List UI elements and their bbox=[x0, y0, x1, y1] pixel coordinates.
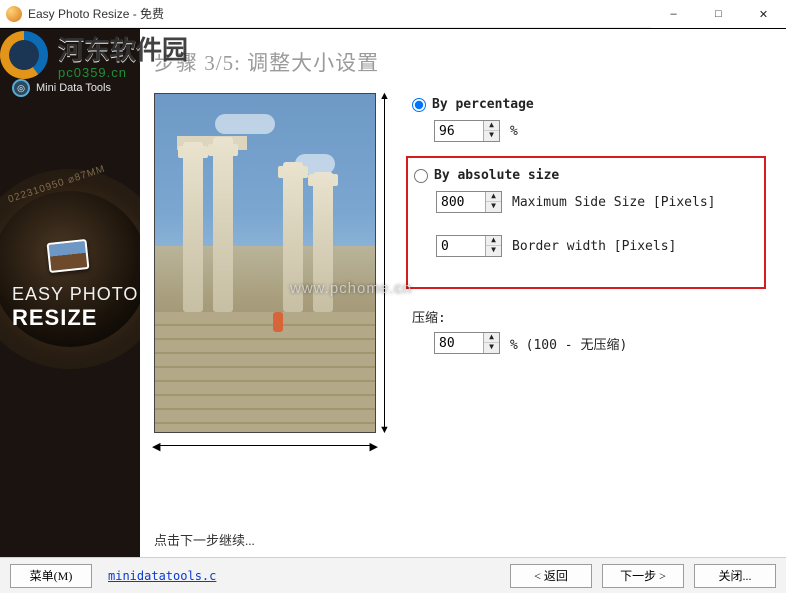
image-preview bbox=[154, 93, 376, 433]
option-by-percentage[interactable]: By percentage bbox=[412, 97, 766, 112]
maximize-button[interactable]: □ bbox=[696, 0, 741, 28]
percentage-input[interactable] bbox=[435, 121, 483, 141]
footer-bar: 菜单(M) minidatatools.c < 返回 下一步 > 关闭... bbox=[0, 557, 786, 593]
main-area: ◎ Mini Data Tools 022310950 ⌀87MM EASY P… bbox=[0, 29, 786, 557]
menu-button[interactable]: 菜单(M) bbox=[10, 564, 92, 588]
border-unit: Border width [Pixels] bbox=[512, 239, 676, 254]
height-arrow-icon: ▲▼ bbox=[376, 93, 394, 433]
photo-thumb-icon bbox=[47, 239, 90, 273]
percentage-spinner[interactable]: ▲ ▼ bbox=[434, 120, 500, 142]
absolute-input[interactable] bbox=[437, 192, 485, 212]
window-controls: – □ ✕ bbox=[651, 0, 786, 28]
label-by-absolute: By absolute size bbox=[434, 168, 559, 183]
step-heading: 步骤 3/5: 调整大小设置 bbox=[154, 47, 766, 77]
absolute-unit: Maximum Side Size [Pixels] bbox=[512, 195, 716, 210]
radio-by-absolute[interactable] bbox=[414, 169, 428, 183]
close-window-button[interactable]: ✕ bbox=[741, 0, 786, 28]
absolute-spinner[interactable]: ▲ ▼ bbox=[436, 191, 502, 213]
camera-icon: ◎ bbox=[12, 79, 30, 97]
radio-by-percentage[interactable] bbox=[412, 98, 426, 112]
back-button[interactable]: < 返回 bbox=[510, 564, 592, 588]
title-bar: Easy Photo Resize - 免费 – □ ✕ bbox=[0, 0, 786, 28]
vendor-link[interactable]: minidatatools.c bbox=[108, 569, 216, 583]
content-panel: 步骤 3/5: 调整大小设置 ▲▼ bbox=[140, 29, 786, 557]
brand-line1: EASY PHOTO bbox=[12, 284, 138, 305]
branding-panel: ◎ Mini Data Tools 022310950 ⌀87MM EASY P… bbox=[0, 29, 140, 557]
mini-data-tools-label: ◎ Mini Data Tools bbox=[12, 79, 111, 97]
spinner-down-icon[interactable]: ▼ bbox=[484, 131, 499, 141]
mini-data-tools-text: Mini Data Tools bbox=[36, 82, 111, 94]
option-by-absolute[interactable]: By absolute size bbox=[414, 168, 752, 183]
border-spinner[interactable]: ▲ ▼ bbox=[436, 235, 502, 257]
next-button[interactable]: 下一步 > bbox=[602, 564, 684, 588]
percentage-unit: % bbox=[510, 124, 518, 139]
spinner-down-icon[interactable]: ▼ bbox=[486, 246, 501, 256]
compress-spinner[interactable]: ▲ ▼ bbox=[434, 332, 500, 354]
absolute-size-highlight-box: By absolute size ▲ ▼ Maximum Side Size [… bbox=[406, 156, 766, 289]
preview-photo bbox=[155, 94, 375, 432]
brand-text: EASY PHOTO RESIZE bbox=[12, 284, 138, 331]
minimize-button[interactable]: – bbox=[651, 0, 696, 28]
spinner-down-icon[interactable]: ▼ bbox=[484, 343, 499, 353]
border-input[interactable] bbox=[437, 236, 485, 256]
close-button[interactable]: 关闭... bbox=[694, 564, 776, 588]
compress-input[interactable] bbox=[435, 333, 483, 353]
compress-suffix: % (100 - 无压缩) bbox=[510, 334, 627, 353]
window-title: Easy Photo Resize - 免费 bbox=[28, 5, 164, 22]
spinner-down-icon[interactable]: ▼ bbox=[486, 202, 501, 212]
width-arrow-icon: ◀▶ bbox=[154, 437, 376, 455]
preview-area: ▲▼ ◀▶ bbox=[154, 93, 394, 455]
label-by-percentage: By percentage bbox=[432, 97, 534, 112]
next-hint: 点击下一步继续... bbox=[154, 530, 255, 549]
resize-settings: By percentage ▲ ▼ % By absol bbox=[412, 93, 766, 455]
compress-label: 压缩: bbox=[412, 307, 766, 326]
brand-line2: RESIZE bbox=[12, 305, 138, 331]
app-icon bbox=[6, 6, 22, 22]
